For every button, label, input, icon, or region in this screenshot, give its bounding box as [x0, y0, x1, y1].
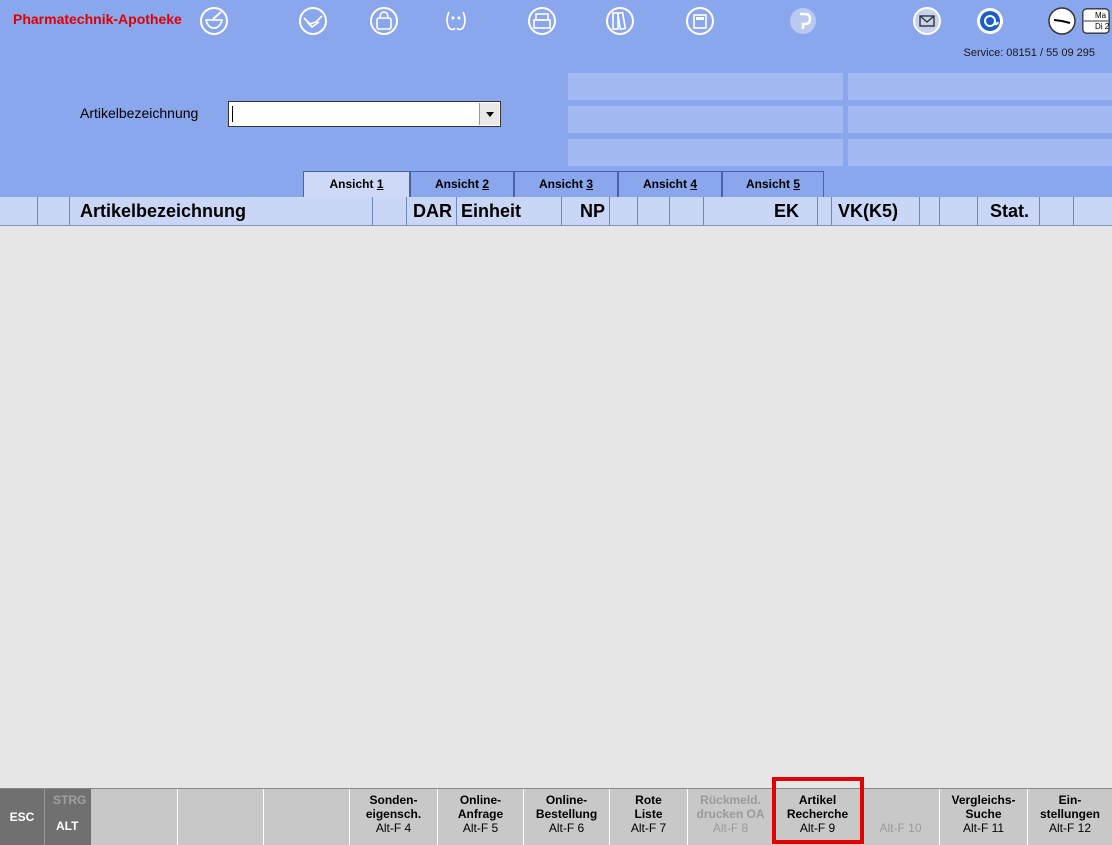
mortar-icon[interactable] — [199, 6, 229, 36]
col-header-blank[interactable] — [818, 197, 832, 225]
col-header-blank[interactable] — [920, 197, 940, 225]
col-header-blank[interactable] — [610, 197, 638, 225]
col-header-ek[interactable]: EK — [704, 197, 818, 225]
tab-ansicht-2[interactable]: Ansicht 2 — [410, 171, 514, 197]
artikelbezeichnung-combobox[interactable] — [228, 101, 501, 127]
esc-key[interactable]: ESC — [0, 789, 44, 845]
fkey-alt-f3[interactable] — [264, 789, 350, 845]
vergleichs-suche-button[interactable]: Vergleichs- Suche Alt-F 11 — [940, 789, 1028, 845]
handshake-icon[interactable] — [298, 6, 328, 36]
function-key-bar: ESC STRG ALT Sonden-eigensch. Alt-F 4 Onl… — [0, 788, 1112, 845]
info-field-5 — [568, 139, 843, 166]
col-header-np[interactable]: NP — [562, 197, 610, 225]
col-header-blank[interactable] — [373, 197, 407, 225]
tab-ansicht-5[interactable]: Ansicht 5 — [722, 171, 824, 197]
online-bestellung-button[interactable]: Online- Bestellung Alt-F 6 — [524, 789, 610, 845]
info-field-2 — [848, 73, 1112, 100]
shopping-bag-icon[interactable] — [369, 6, 399, 36]
sondeneigenschaften-button[interactable]: Sonden-eigensch. Alt-F 4 — [350, 789, 438, 845]
artikelbezeichnung-label: Artikelbezeichnung — [80, 105, 199, 121]
dropdown-arrow-button[interactable] — [479, 103, 499, 125]
faces-icon[interactable] — [441, 6, 471, 36]
rote-liste-button[interactable]: Rote Liste Alt-F 7 — [610, 789, 688, 845]
col-header-blank[interactable] — [0, 197, 38, 225]
calculator-icon[interactable] — [685, 6, 715, 36]
fkey-alt-f2[interactable] — [178, 789, 264, 845]
p-logo-icon[interactable] — [788, 6, 818, 36]
col-header-blank[interactable] — [940, 197, 978, 225]
service-phone: Service: 08151 / 55 09 295 — [963, 47, 1095, 59]
header-bar: Pharmatechnik-Apotheke Ma Di 2 Service: … — [0, 0, 1112, 198]
brand-name: Pharmatechnik-Apotheke — [13, 11, 182, 27]
col-header-artikelbezeichnung[interactable]: Artikelbezeichnung — [70, 197, 373, 225]
tab-ansicht-3[interactable]: Ansicht 3 — [514, 171, 618, 197]
col-header-dar[interactable]: DAR — [407, 197, 457, 225]
binders-icon[interactable] — [605, 6, 635, 36]
printer-icon[interactable] — [527, 6, 557, 36]
modifier-keys[interactable]: STRG ALT — [44, 789, 91, 845]
einstellungen-button[interactable]: Ein-stellungen Alt-F 12 — [1028, 789, 1112, 845]
online-anfrage-button[interactable]: Online- Anfrage Alt-F 5 — [438, 789, 524, 845]
text-caret — [232, 106, 233, 122]
info-field-1 — [568, 73, 843, 100]
info-field-4 — [848, 106, 1112, 133]
calendar-date: Di 2 — [1095, 22, 1110, 31]
alt-key-label: ALT — [56, 819, 79, 833]
results-list[interactable] — [0, 226, 1112, 788]
fkey-alt-f10[interactable]: Alt-F 10 — [862, 789, 940, 845]
col-header-blank[interactable] — [670, 197, 704, 225]
tab-ansicht-4[interactable]: Ansicht 4 — [618, 171, 722, 197]
fkey-alt-f1[interactable] — [90, 789, 178, 845]
clock-icon — [1047, 6, 1077, 36]
col-header-blank[interactable] — [638, 197, 670, 225]
calendar-day: Ma — [1095, 11, 1107, 20]
tab-ansicht-1[interactable]: Ansicht 1 — [303, 171, 410, 198]
col-header-blank[interactable] — [38, 197, 70, 225]
col-header-vk-k5[interactable]: VK(K5) — [832, 197, 920, 225]
at-icon[interactable] — [975, 6, 1005, 36]
col-header-blank[interactable] — [1074, 197, 1112, 225]
strg-key-label: STRG — [53, 793, 87, 807]
col-header-einheit[interactable]: Einheit — [457, 197, 562, 225]
mail-icon[interactable] — [912, 6, 942, 36]
column-header-row: Artikelbezeichnung DAR Einheit NP EK VK(… — [0, 197, 1112, 226]
calendar-icon: Ma Di 2 — [1080, 6, 1112, 36]
col-header-stat[interactable]: Stat. — [978, 197, 1040, 225]
info-field-6 — [848, 139, 1112, 166]
info-field-3 — [568, 106, 843, 133]
col-header-blank[interactable] — [1040, 197, 1074, 225]
artikel-recherche-highlight — [772, 777, 864, 844]
rueckmeldung-drucken-button[interactable]: Rückmeld. drucken OA Alt-F 8 — [688, 789, 774, 845]
